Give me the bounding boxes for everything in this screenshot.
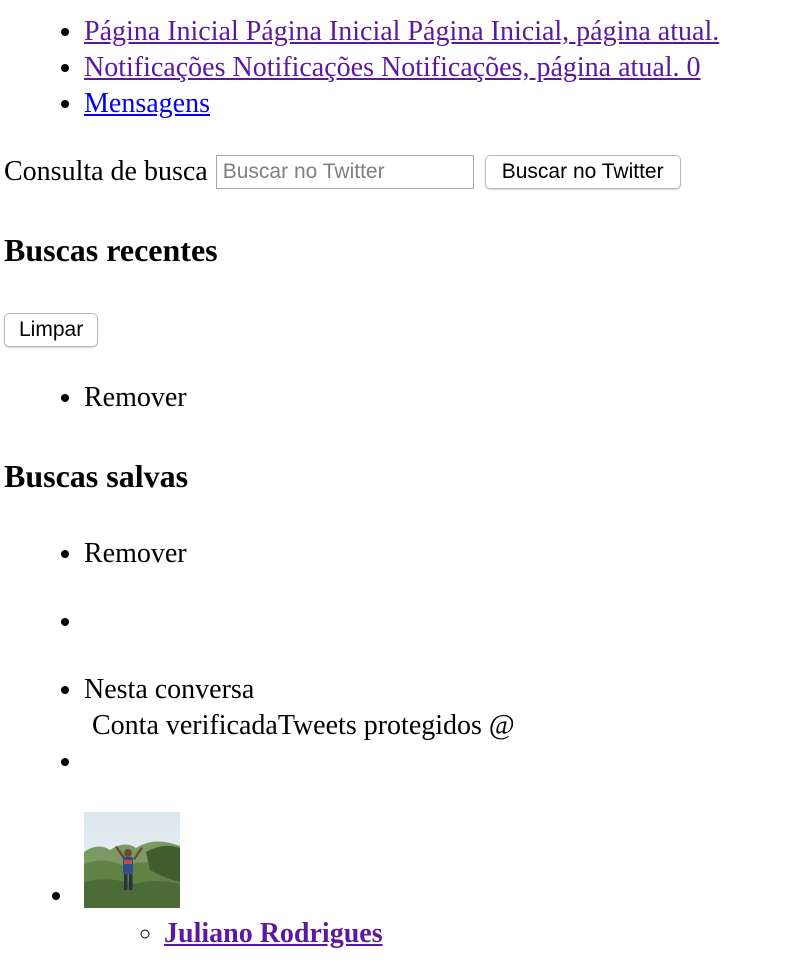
notifications-link[interactable]: Notificações Notificações Notificações, … (84, 52, 701, 83)
nav-item-messages: Mensagens (84, 86, 812, 122)
nav-list: Página Inicial Página Inicial Página Ini… (84, 14, 812, 122)
recent-searches-list: Remover (84, 380, 187, 416)
saved-searches-list: Remover (84, 536, 187, 572)
home-link[interactable]: Página Inicial Página Inicial Página Ini… (84, 16, 719, 47)
search-input[interactable] (215, 155, 474, 189)
profile-photo-icon[interactable] (84, 812, 180, 908)
user-list: Juliano Rodrigues (164, 916, 383, 952)
search-label: Consulta de busca (4, 156, 208, 187)
remove-recent-button[interactable]: Remover (84, 382, 187, 413)
conversation-title: Nesta conversa (84, 674, 255, 705)
user-item: Juliano Rodrigues (164, 916, 383, 952)
clear-button[interactable]: Limpar (4, 313, 99, 347)
list-bullet (52, 892, 60, 900)
search-form: Consulta de busca Buscar no Twitter (4, 154, 681, 190)
conversation-item: Nesta conversa Conta verificadaTweets pr… (84, 672, 515, 744)
search-button[interactable]: Buscar no Twitter (484, 155, 681, 189)
nav-item-notifications: Notificações Notificações Notificações, … (84, 50, 812, 86)
user-name-link[interactable]: Juliano Rodrigues (164, 918, 383, 949)
list-item: Remover (84, 380, 187, 416)
avatar-item (84, 812, 180, 908)
account-status-line: Conta verificadaTweets protegidos @ (92, 708, 515, 744)
protected-tweets-label: Tweets protegidos (277, 710, 482, 741)
conversation-list: Nesta conversa Conta verificadaTweets pr… (84, 672, 515, 744)
list-item: Remover (84, 536, 187, 572)
at-sign: @ (488, 710, 515, 741)
remove-saved-button[interactable]: Remover (84, 538, 187, 569)
recent-searches-heading: Buscas recentes (4, 232, 218, 268)
messages-link[interactable]: Mensagens (84, 88, 210, 119)
verified-account-label: Conta verificada (92, 710, 278, 741)
saved-searches-heading: Buscas salvas (4, 458, 189, 494)
nav-item-home: Página Inicial Página Inicial Página Ini… (84, 14, 812, 50)
